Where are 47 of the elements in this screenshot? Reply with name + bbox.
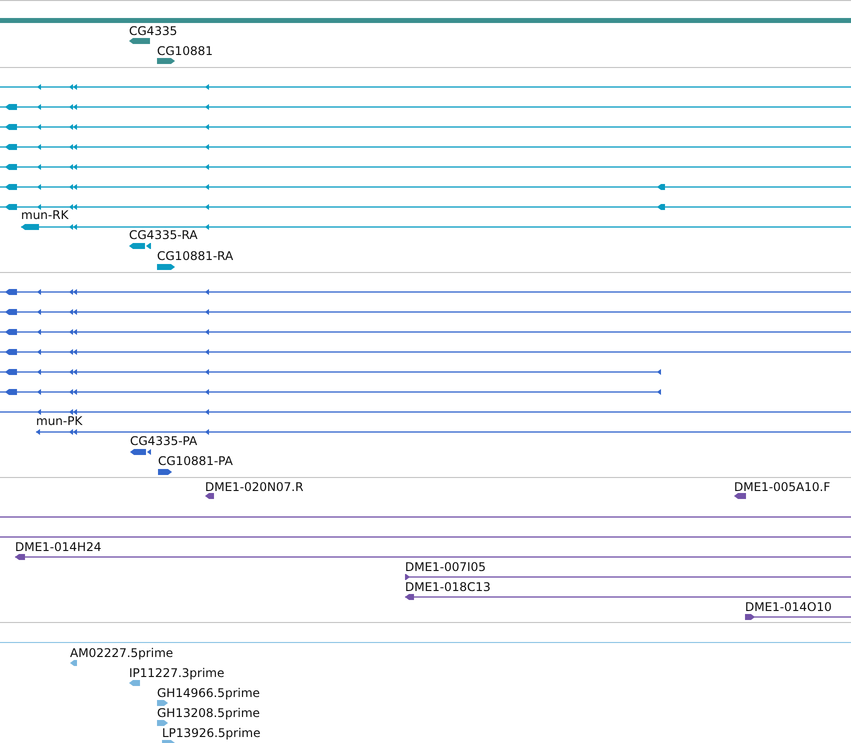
protein-feature-drawing[interactable] (0, 349, 851, 355)
transcript-feature-drawing[interactable] (0, 184, 851, 190)
transcript-feature-drawing[interactable] (0, 204, 851, 210)
feature-label[interactable]: GH13208.5prime (157, 706, 260, 720)
protein-feature-drawing[interactable] (0, 309, 851, 315)
transcript-feature-drawing[interactable] (0, 84, 851, 90)
feature-label[interactable]: GH14966.5prime (157, 686, 260, 700)
feature-label[interactable]: CG4335-PA (130, 434, 198, 448)
protein-feature-drawing[interactable] (0, 329, 851, 335)
protein-feature-drawing[interactable] (0, 389, 661, 395)
feature-label[interactable]: DME1-014H24 (15, 540, 102, 554)
protein-feature-drawing[interactable] (0, 289, 851, 295)
clone-end-feature-drawing[interactable] (15, 554, 851, 560)
feature-label[interactable]: mun-RK (21, 208, 68, 222)
protein-feature-drawing[interactable] (0, 369, 661, 375)
feature-label[interactable]: LP13926.5prime (162, 726, 261, 740)
feature-label[interactable]: DME1-018C13 (405, 580, 491, 594)
gene-feature-drawing[interactable] (129, 38, 150, 44)
feature-label[interactable]: mun-PK (36, 414, 82, 428)
protein-feature-drawing[interactable] (158, 469, 172, 475)
feature-label[interactable]: DME1-020N07.R (205, 480, 304, 494)
protein-feature-drawing[interactable] (36, 429, 851, 435)
transcript-feature-drawing[interactable] (0, 124, 851, 130)
feature-label[interactable]: CG10881 (157, 44, 213, 58)
feature-label[interactable]: IP11227.3prime (129, 666, 224, 680)
transcript-feature-drawing[interactable] (129, 243, 151, 249)
clone-end-feature-drawing[interactable] (205, 493, 214, 499)
feature-label[interactable]: DME1-007I05 (405, 560, 486, 574)
feature-label[interactable]: CG10881-RA (157, 249, 234, 263)
protein-feature-drawing[interactable] (130, 449, 151, 455)
transcript-feature-drawing[interactable] (157, 264, 175, 270)
transcript-feature-drawing[interactable] (21, 224, 851, 230)
feature-label[interactable]: DME1-014O10 (745, 600, 832, 614)
clone-end-feature-drawing[interactable] (405, 594, 851, 600)
transcript-feature-drawing[interactable] (0, 104, 851, 110)
transcript-feature-drawing[interactable] (0, 164, 851, 170)
gene-feature-drawing[interactable] (157, 58, 175, 64)
clone-end-feature-drawing[interactable] (745, 614, 851, 620)
feature-label[interactable]: CG4335 (129, 24, 178, 38)
feature-label[interactable]: CG10881-PA (158, 454, 233, 468)
feature-label[interactable]: DME1-005A10.F (734, 480, 830, 494)
transcript-feature-drawing[interactable] (0, 144, 851, 150)
feature-label[interactable]: CG4335-RA (129, 228, 198, 242)
protein-feature-drawing[interactable] (0, 409, 851, 415)
clone-end-feature-drawing[interactable] (405, 574, 851, 580)
clone-end-feature-drawing[interactable] (734, 493, 746, 499)
feature-label[interactable]: AM02227.5prime (70, 646, 174, 660)
